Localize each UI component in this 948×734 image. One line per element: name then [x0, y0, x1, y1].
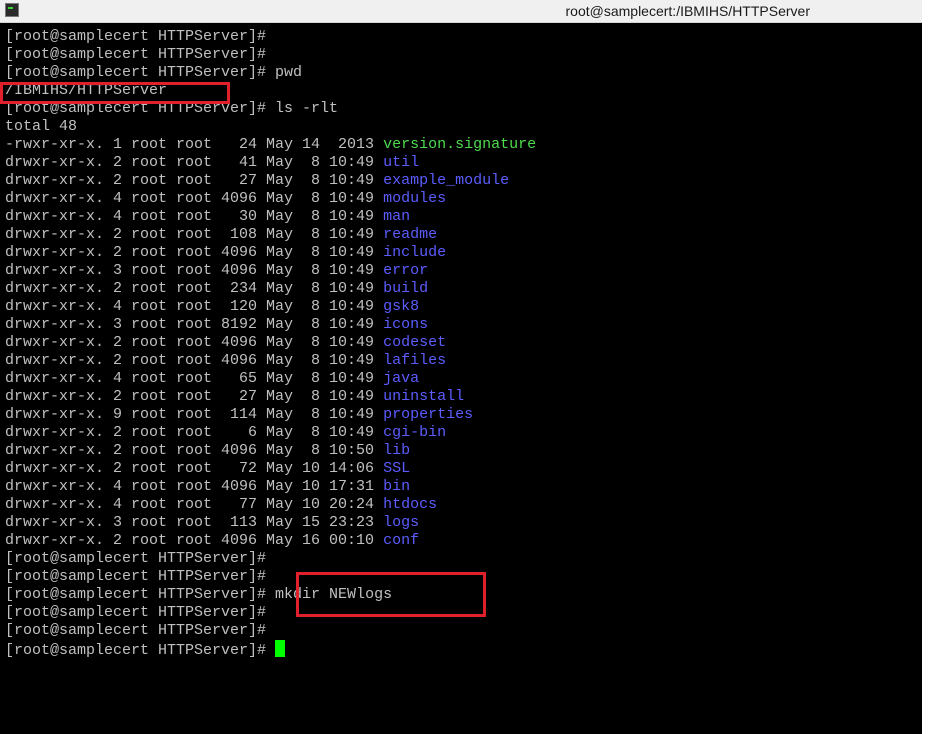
- file-listing-row: drwxr-xr-x. 3 root root 4096 May 8 10:49…: [5, 262, 915, 280]
- file-listing-row: drwxr-xr-x. 2 root root 4096 May 8 10:50…: [5, 442, 915, 460]
- file-metadata: drwxr-xr-x. 4 root root 120 May 8 10:49: [5, 298, 384, 315]
- command-text: ls -rlt: [266, 100, 339, 117]
- file-metadata: drwxr-xr-x. 4 root root 65 May 8 10:49: [5, 370, 384, 387]
- shell-prompt: [root@samplecert HTTPServer]#: [5, 568, 267, 585]
- directory-name: properties: [383, 406, 474, 423]
- file-listing-row: drwxr-xr-x. 2 root root 108 May 8 10:49 …: [5, 226, 915, 244]
- prompt-line: [root@samplecert HTTPServer]#: [5, 622, 915, 640]
- file-listing-row: drwxr-xr-x. 3 root root 8192 May 8 10:49…: [5, 316, 915, 334]
- directory-name: util: [383, 154, 420, 171]
- shell-prompt: [root@samplecert HTTPServer]#: [5, 46, 267, 63]
- shell-prompt: [root@samplecert HTTPServer]#: [5, 28, 267, 45]
- file-listing-row: drwxr-xr-x. 2 root root 4096 May 16 00:1…: [5, 532, 915, 550]
- file-listing-row: drwxr-xr-x. 2 root root 27 May 8 10:49 u…: [5, 388, 915, 406]
- directory-name: SSL: [383, 460, 411, 477]
- file-listing-row: drwxr-xr-x. 9 root root 114 May 8 10:49 …: [5, 406, 915, 424]
- prompt-line: [root@samplecert HTTPServer]#: [5, 46, 915, 64]
- shell-prompt: [root@samplecert HTTPServer]#: [5, 622, 267, 639]
- file-listing-row: drwxr-xr-x. 3 root root 113 May 15 23:23…: [5, 514, 915, 532]
- file-metadata: drwxr-xr-x. 3 root root 8192 May 8 10:49: [5, 316, 384, 333]
- directory-name: gsk8: [383, 298, 420, 315]
- file-metadata: drwxr-xr-x. 4 root root 4096 May 8 10:49: [5, 190, 384, 207]
- file-listing-row: drwxr-xr-x. 2 root root 4096 May 8 10:49…: [5, 334, 915, 352]
- file-metadata: drwxr-xr-x. 2 root root 4096 May 8 10:49: [5, 352, 384, 369]
- shell-prompt: [root@samplecert HTTPServer]#: [5, 642, 267, 659]
- window-titlebar[interactable]: root@samplecert:/IBMIHS/HTTPServer: [0, 0, 922, 23]
- prompt-line: [root@samplecert HTTPServer]#: [5, 28, 915, 46]
- file-listing-row: drwxr-xr-x. 2 root root 4096 May 8 10:49…: [5, 244, 915, 262]
- file-metadata: drwxr-xr-x. 2 root root 6 May 8 10:49: [5, 424, 384, 441]
- pwd-output-highlight: [0, 82, 230, 104]
- directory-name: lib: [383, 442, 411, 459]
- file-metadata: drwxr-xr-x. 2 root root 4096 May 16 00:1…: [5, 532, 384, 549]
- directory-name: modules: [383, 190, 447, 207]
- file-metadata: drwxr-xr-x. 2 root root 4096 May 8 10:49: [5, 244, 384, 261]
- directory-name: lafiles: [383, 352, 447, 369]
- file-metadata: drwxr-xr-x. 3 root root 4096 May 8 10:49: [5, 262, 384, 279]
- directory-name: logs: [383, 514, 420, 531]
- file-listing-row: -rwxr-xr-x. 1 root root 24 May 14 2013 v…: [5, 136, 915, 154]
- window-title: root@samplecert:/IBMIHS/HTTPServer: [565, 3, 811, 19]
- file-metadata: drwxr-xr-x. 4 root root 4096 May 10 17:3…: [5, 478, 384, 495]
- file-name: version.signature: [383, 136, 537, 153]
- file-metadata: drwxr-xr-x. 2 root root 108 May 8 10:49: [5, 226, 384, 243]
- shell-prompt: [root@samplecert HTTPServer]#: [5, 586, 267, 603]
- shell-prompt: [root@samplecert HTTPServer]#: [5, 64, 267, 81]
- directory-name: man: [383, 208, 411, 225]
- file-listing-row: drwxr-xr-x. 4 root root 77 May 10 20:24 …: [5, 496, 915, 514]
- file-metadata: drwxr-xr-x. 2 root root 4096 May 8 10:49: [5, 334, 384, 351]
- directory-name: uninstall: [383, 388, 465, 405]
- file-metadata: drwxr-xr-x. 2 root root 41 May 8 10:49: [5, 154, 384, 171]
- mkdir-command-highlight: [296, 572, 486, 617]
- directory-name: cgi-bin: [383, 424, 447, 441]
- prompt-line: [root@samplecert HTTPServer]#: [5, 550, 915, 568]
- command-text: pwd: [266, 64, 303, 81]
- file-listing-row: drwxr-xr-x. 4 root root 4096 May 10 17:3…: [5, 478, 915, 496]
- file-metadata: drwxr-xr-x. 4 root root 77 May 10 20:24: [5, 496, 384, 513]
- file-metadata: drwxr-xr-x. 2 root root 72 May 10 14:06: [5, 460, 384, 477]
- directory-name: example_module: [383, 172, 510, 189]
- file-listing-row: drwxr-xr-x. 2 root root 41 May 8 10:49 u…: [5, 154, 915, 172]
- file-metadata: drwxr-xr-x. 9 root root 114 May 8 10:49: [5, 406, 384, 423]
- file-metadata: -rwxr-xr-x. 1 root root 24 May 14 2013: [5, 136, 384, 153]
- terminal-output[interactable]: [root@samplecert HTTPServer]# [root@sampl…: [5, 28, 915, 728]
- ls-total: total 48: [5, 118, 78, 135]
- file-listing-row: drwxr-xr-x. 4 root root 30 May 8 10:49 m…: [5, 208, 915, 226]
- file-metadata: drwxr-xr-x. 2 root root 4096 May 8 10:50: [5, 442, 384, 459]
- command-text: [266, 642, 275, 659]
- file-listing-row: drwxr-xr-x. 4 root root 120 May 8 10:49 …: [5, 298, 915, 316]
- file-listing-row: drwxr-xr-x. 2 root root 6 May 8 10:49 cg…: [5, 424, 915, 442]
- directory-name: codeset: [383, 334, 447, 351]
- text-cursor: [275, 640, 286, 657]
- file-metadata: drwxr-xr-x. 2 root root 27 May 8 10:49: [5, 172, 384, 189]
- directory-name: include: [383, 244, 447, 261]
- file-metadata: drwxr-xr-x. 3 root root 113 May 15 23:23: [5, 514, 384, 531]
- shell-prompt: [root@samplecert HTTPServer]#: [5, 604, 267, 621]
- ls-total-line: total 48: [5, 118, 915, 136]
- directory-name: java: [383, 370, 420, 387]
- prompt-line: [root@samplecert HTTPServer]#: [5, 640, 915, 659]
- file-listing-row: drwxr-xr-x. 2 root root 72 May 10 14:06 …: [5, 460, 915, 478]
- file-listing-row: drwxr-xr-x. 2 root root 234 May 8 10:49 …: [5, 280, 915, 298]
- directory-name: error: [383, 262, 429, 279]
- shell-prompt: [root@samplecert HTTPServer]#: [5, 550, 267, 567]
- directory-name: readme: [383, 226, 438, 243]
- prompt-line: [root@samplecert HTTPServer]# pwd: [5, 64, 915, 82]
- file-listing-row: drwxr-xr-x. 4 root root 4096 May 8 10:49…: [5, 190, 915, 208]
- file-metadata: drwxr-xr-x. 2 root root 234 May 8 10:49: [5, 280, 384, 297]
- file-listing-row: drwxr-xr-x. 2 root root 4096 May 8 10:49…: [5, 352, 915, 370]
- directory-name: bin: [383, 478, 411, 495]
- directory-name: build: [383, 280, 429, 297]
- directory-name: conf: [383, 532, 420, 549]
- directory-name: icons: [383, 316, 429, 333]
- terminal-window[interactable]: root@samplecert:/IBMIHS/HTTPServer [root…: [0, 0, 922, 734]
- directory-name: htdocs: [383, 496, 438, 513]
- file-metadata: drwxr-xr-x. 4 root root 30 May 8 10:49: [5, 208, 384, 225]
- file-metadata: drwxr-xr-x. 2 root root 27 May 8 10:49: [5, 388, 384, 405]
- file-listing-row: drwxr-xr-x. 2 root root 27 May 8 10:49 e…: [5, 172, 915, 190]
- file-listing-row: drwxr-xr-x. 4 root root 65 May 8 10:49 j…: [5, 370, 915, 388]
